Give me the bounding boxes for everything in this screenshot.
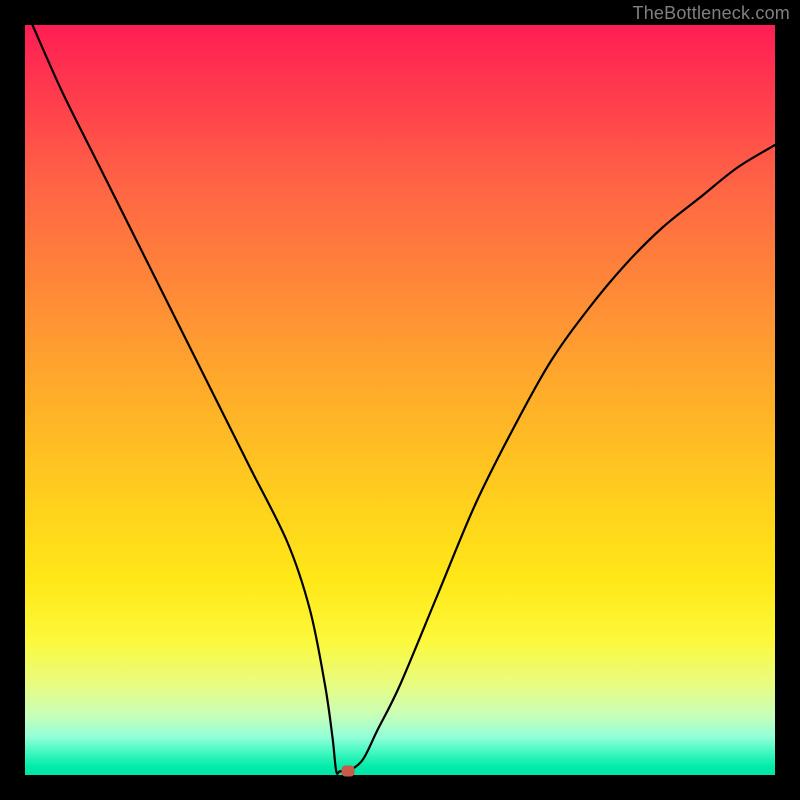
- bottleneck-curve: [33, 25, 776, 774]
- plot-area: [25, 25, 775, 775]
- optimal-point-marker: [341, 766, 354, 777]
- watermark-text: TheBottleneck.com: [633, 3, 790, 24]
- chart-frame: TheBottleneck.com: [0, 0, 800, 800]
- curve-layer: [25, 25, 775, 775]
